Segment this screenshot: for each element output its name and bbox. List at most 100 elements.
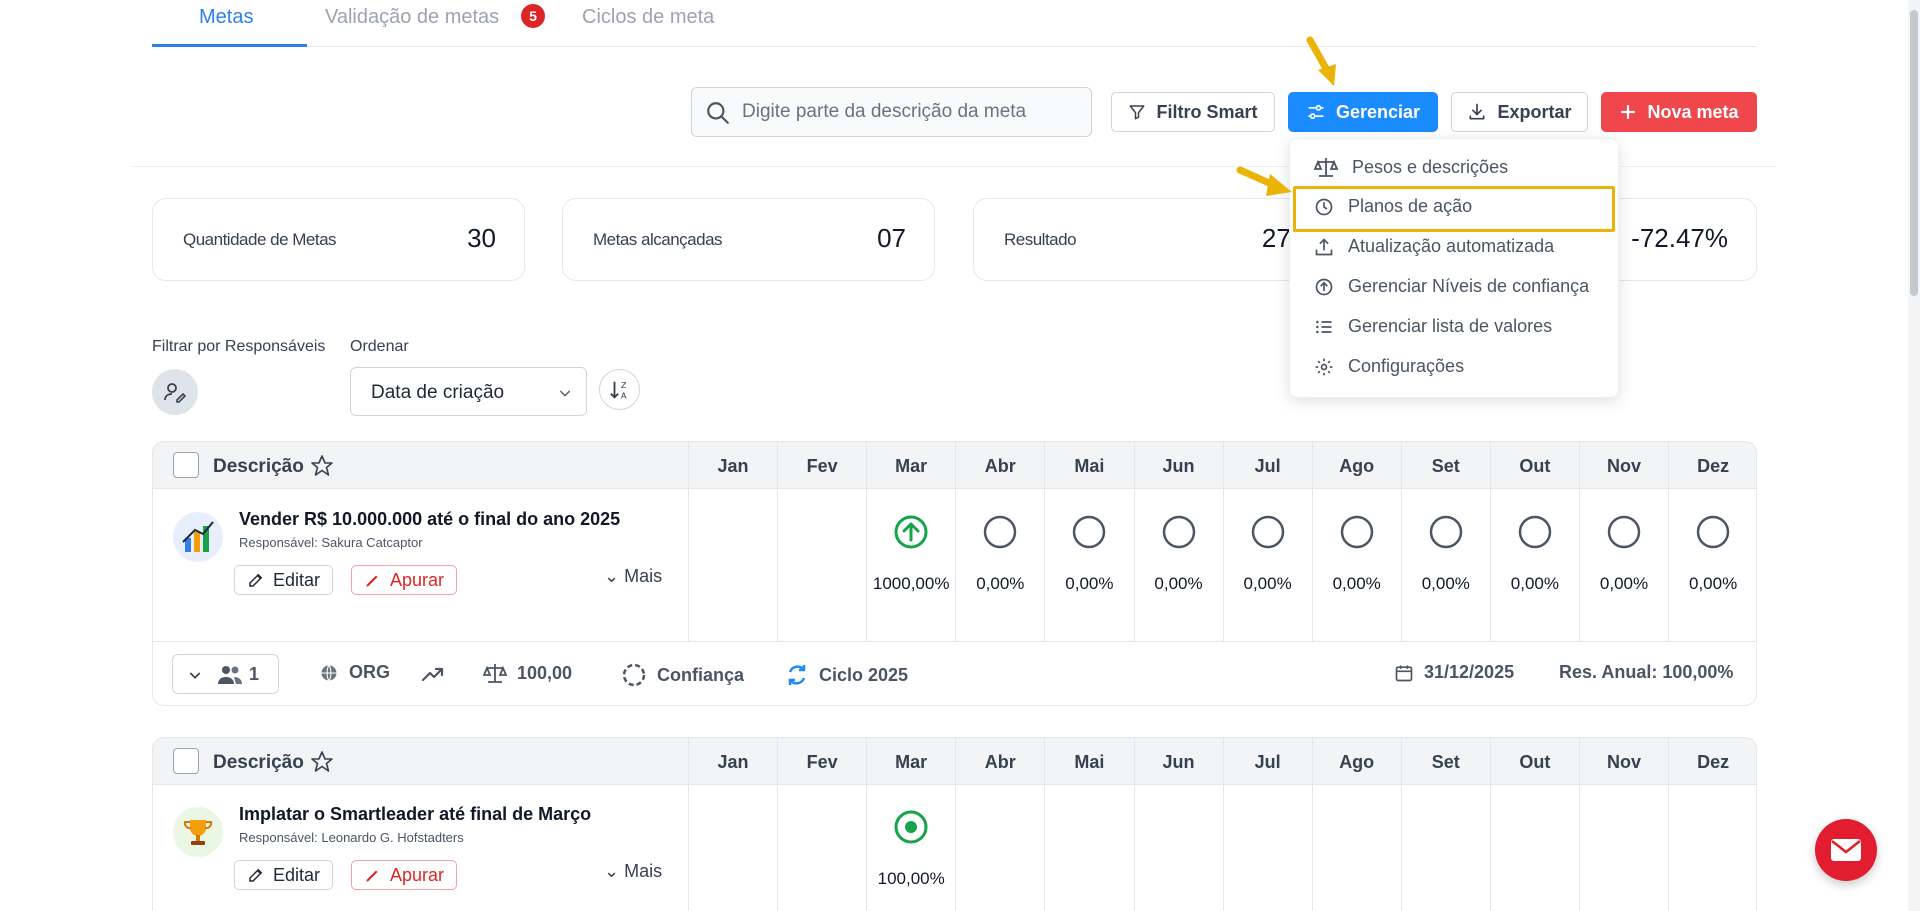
status-empty-icon[interactable] — [1606, 514, 1642, 550]
month-header: Dez — [1697, 456, 1730, 476]
month-header: Mar — [895, 752, 928, 772]
search-input[interactable] — [742, 88, 1082, 136]
annual-result: Res. Anual: 100,00% — [1559, 662, 1733, 683]
status-empty-icon[interactable] — [982, 514, 1018, 550]
menu-item-atualizacao[interactable]: Atualização automatizada — [1314, 236, 1554, 257]
manage-dropdown-menu: Pesos e descrições Planos de ação Atuali… — [1289, 138, 1619, 398]
goal-responsible: Responsável: Leonardo G. Hofstadters — [239, 830, 464, 845]
month-percent: 0,00% — [976, 574, 1025, 593]
search-box — [691, 87, 1092, 137]
apurar-button[interactable]: Apurar — [351, 860, 458, 890]
star-icon[interactable] — [310, 454, 334, 478]
globe-icon — [321, 664, 337, 681]
sort-direction-button[interactable]: Z A — [599, 369, 640, 410]
menu-item-configuracoes[interactable]: Configurações — [1314, 356, 1464, 377]
month-column: Jul — [1222, 738, 1312, 911]
cycle-label: Ciclo 2025 — [819, 664, 909, 685]
tab-validacao-metas[interactable]: Validação de metas — [325, 6, 499, 29]
goal-card: Descrição Jan Fev Mar 100,00% Abr Mai Jun Jul Ag… — [152, 737, 1757, 911]
month-header: Nov — [1606, 456, 1641, 476]
edit-button[interactable]: Editar — [234, 565, 334, 595]
order-select-value: Data de criação — [371, 382, 505, 403]
status-empty-icon[interactable] — [1517, 514, 1553, 550]
goal-footer: 1 ORG 100,00 Confiança Ciclo 2025 31/12/… — [153, 641, 1756, 705]
month-column: Dez 0,00% — [1668, 442, 1756, 641]
status-target-icon[interactable] — [893, 809, 929, 845]
status-up-icon[interactable] — [893, 514, 929, 550]
star-icon[interactable] — [310, 750, 334, 774]
menu-item-pesos[interactable]: Pesos e descrições — [1314, 156, 1508, 178]
arrow-up-circle-icon — [1315, 278, 1333, 295]
status-empty-icon[interactable] — [1250, 514, 1286, 550]
status-empty-icon[interactable] — [1339, 514, 1375, 550]
month-header: Ago — [1339, 752, 1375, 772]
active-tab-indicator — [152, 44, 307, 47]
chevron-down-icon: ⌄ — [604, 861, 620, 881]
more-toggle[interactable]: ⌄ Mais — [604, 861, 662, 882]
month-percent: 0,00% — [1243, 574, 1292, 593]
month-column: Jan — [688, 738, 777, 911]
month-column: Abr 0,00% — [955, 442, 1044, 641]
status-empty-icon[interactable] — [1071, 514, 1107, 550]
upload-icon — [1315, 237, 1333, 255]
goal-responsible: Responsável: Sakura Catcaptor — [239, 535, 423, 550]
stat-card-achieved: Metas alcançadas 07 — [562, 198, 935, 281]
scope-label: ORG — [349, 662, 391, 682]
edit-icon — [249, 868, 263, 882]
month-column: Set 0,00% — [1400, 442, 1490, 641]
participants-button[interactable]: 1 — [172, 654, 279, 694]
stat-value: 30 — [467, 223, 496, 253]
apurar-label: Apurar — [390, 569, 445, 590]
status-empty-icon[interactable] — [1695, 514, 1731, 550]
due-date-info: 31/12/2025 — [1394, 662, 1514, 683]
sliders-icon — [1308, 104, 1324, 120]
calendar-icon — [1395, 665, 1413, 681]
month-header: Out — [1519, 752, 1551, 772]
user-edit-icon — [164, 383, 187, 403]
contact-fab-button[interactable] — [1815, 819, 1877, 881]
status-empty-icon[interactable] — [1428, 514, 1464, 550]
month-percent: 1000,00% — [872, 574, 950, 593]
more-toggle[interactable]: ⌄ Mais — [604, 566, 662, 587]
annual-result-label: Res. Anual: 100,00% — [1559, 662, 1734, 682]
goal-title[interactable]: Implatar o Smartleader até final de Març… — [239, 804, 591, 825]
chevron-down-icon: ⌄ — [604, 566, 620, 586]
scale-icon — [1314, 158, 1338, 177]
month-header: Ago — [1339, 456, 1375, 476]
edit-button[interactable]: Editar — [234, 860, 334, 890]
export-button[interactable]: Exportar — [1451, 92, 1588, 132]
confidence-info[interactable]: Confiança — [621, 662, 744, 688]
vertical-scrollbar[interactable] — [1908, 0, 1920, 911]
responsible-filter-button[interactable] — [152, 369, 198, 415]
month-column: Jul 0,00% — [1222, 442, 1312, 641]
scrollbar-thumb[interactable] — [1910, 10, 1918, 296]
goal-title[interactable]: Vender R$ 10.000.000 até o final do ano … — [239, 509, 620, 530]
month-header: Out — [1519, 456, 1551, 476]
goal-avatar — [173, 807, 223, 857]
new-goal-label: Nova meta — [1647, 101, 1739, 122]
order-select[interactable]: Data de criação — [350, 367, 587, 416]
new-goal-button[interactable]: Nova meta — [1601, 92, 1757, 132]
goal-avatar — [173, 512, 223, 562]
stat-value: 07 — [877, 223, 906, 253]
month-percent: 0,00% — [1421, 574, 1470, 593]
select-all-checkbox[interactable] — [173, 748, 199, 774]
menu-item-niveis[interactable]: Gerenciar Níveis de confiança — [1314, 276, 1589, 297]
month-header: Dez — [1697, 752, 1730, 772]
tab-metas[interactable]: Metas — [199, 6, 253, 29]
manage-button[interactable]: Gerenciar — [1288, 92, 1438, 132]
tab-ciclos-meta[interactable]: Ciclos de meta — [582, 6, 714, 29]
select-all-checkbox[interactable] — [173, 452, 199, 478]
apurar-button[interactable]: Apurar — [351, 565, 458, 595]
month-column: Fev — [777, 738, 866, 911]
plus-icon — [1621, 104, 1636, 120]
trend-up-icon — [421, 667, 444, 682]
cycle-info[interactable]: Ciclo 2025 — [785, 662, 908, 688]
status-empty-icon[interactable] — [1161, 514, 1197, 550]
month-column: Jun — [1133, 738, 1223, 911]
month-percent: 0,00% — [1510, 574, 1559, 593]
menu-item-lista-valores[interactable]: Gerenciar lista de valores — [1314, 316, 1552, 337]
smart-filter-button[interactable]: Filtro Smart — [1111, 92, 1275, 132]
trophy-icon — [183, 820, 213, 845]
month-column: Ago 0,00% — [1311, 442, 1401, 641]
